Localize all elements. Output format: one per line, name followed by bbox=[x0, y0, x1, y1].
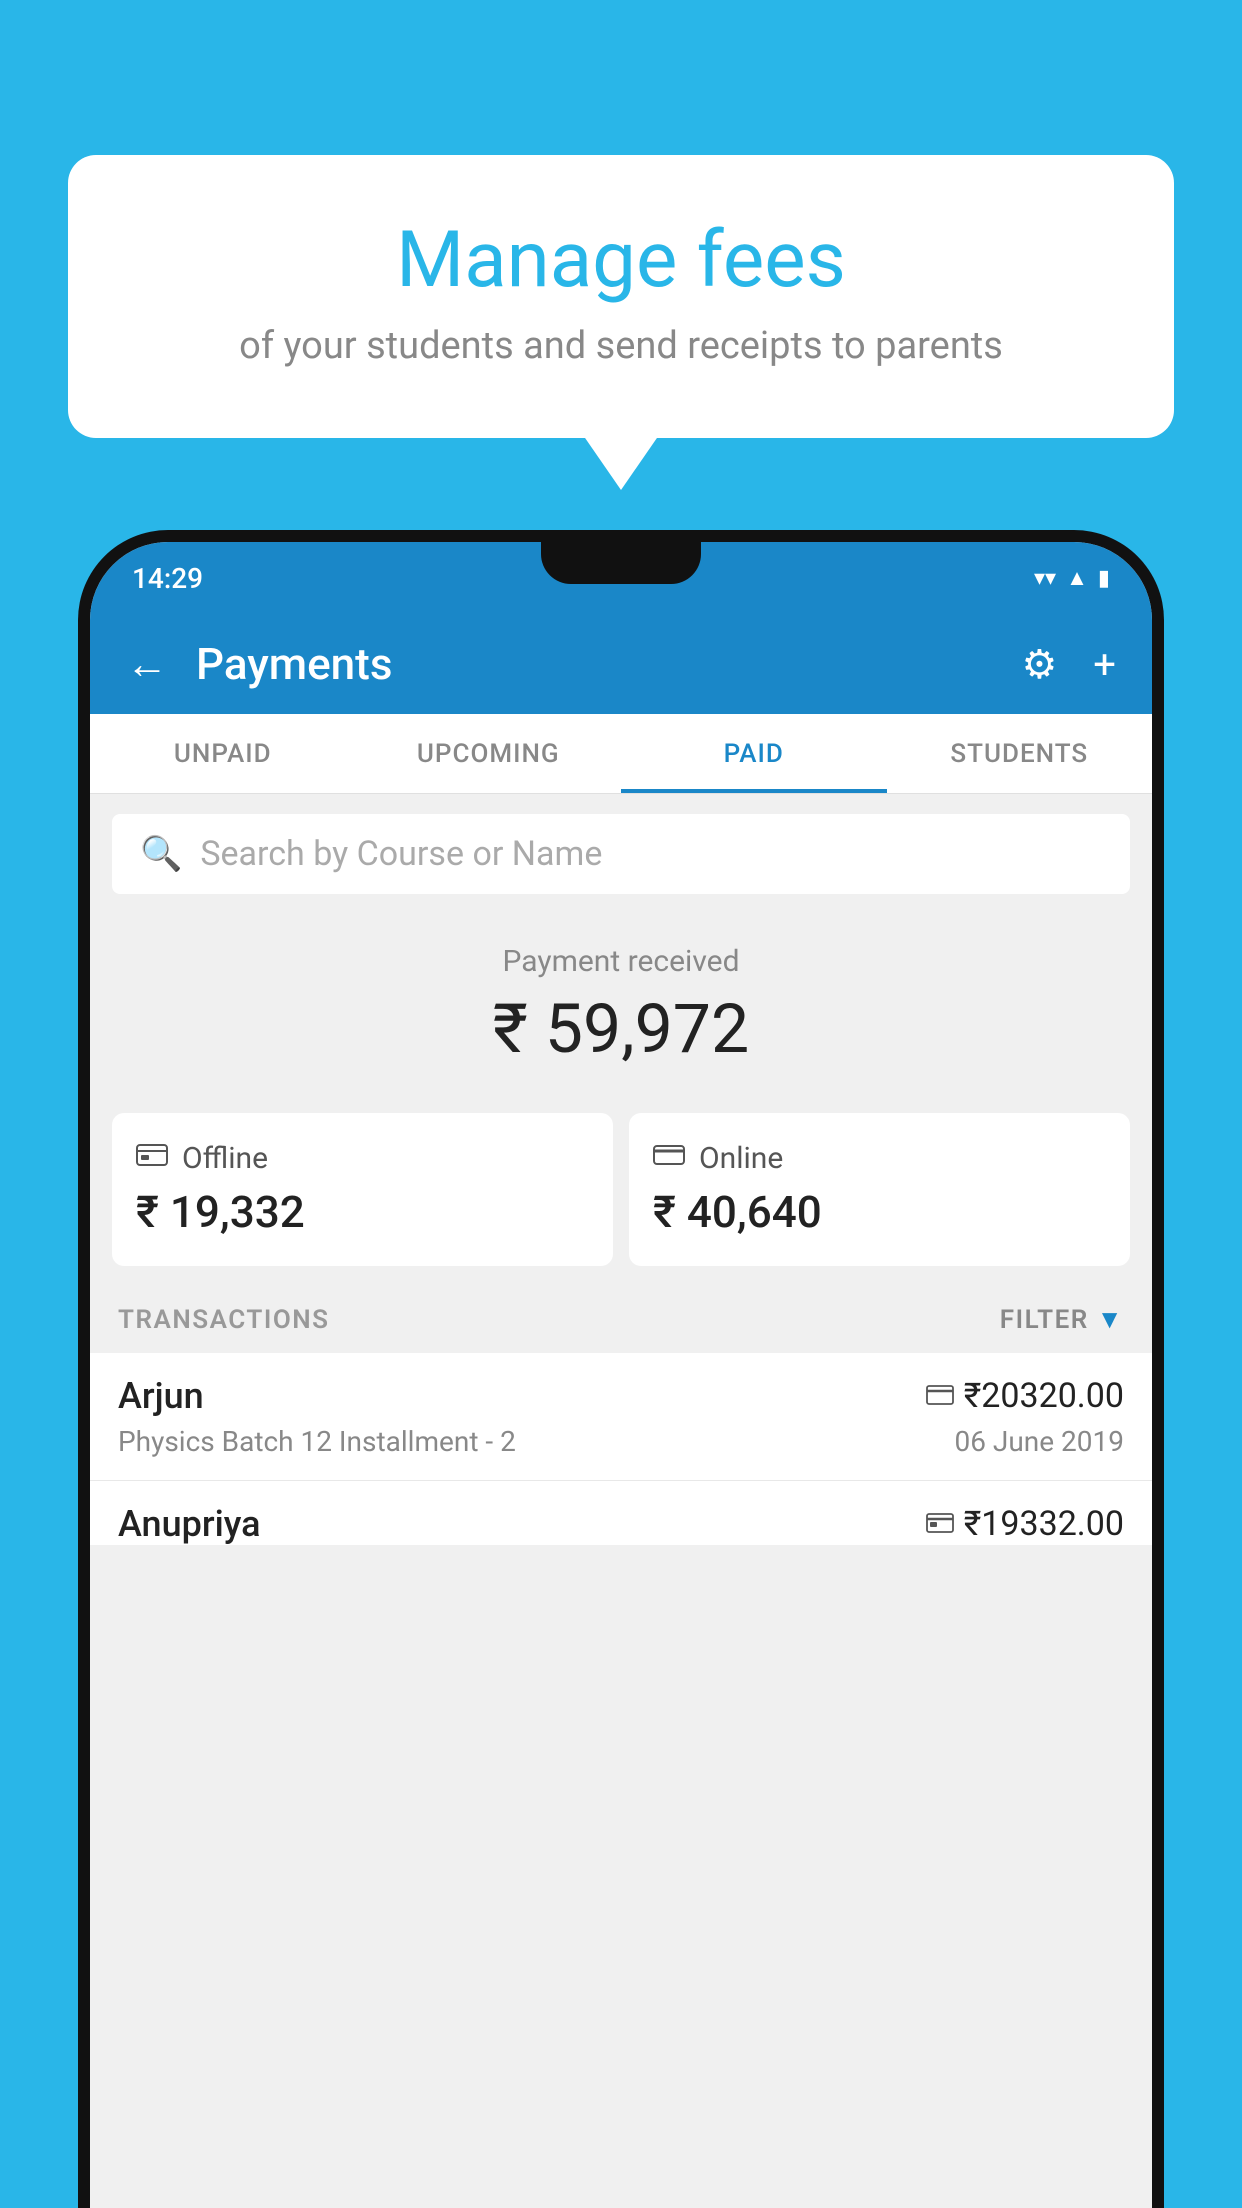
bubble-subtitle: of your students and send receipts to pa… bbox=[128, 324, 1114, 368]
phone-frame: 14:29 ▾▾ ▲ ▮ ← Payments ⚙ + UNPAID UPCOM… bbox=[78, 530, 1164, 2208]
tab-paid[interactable]: PAID bbox=[621, 714, 887, 793]
offline-card: Offline ₹ 19,332 bbox=[112, 1113, 613, 1266]
offline-card-header: Offline bbox=[136, 1141, 589, 1176]
filter-icon: ▼ bbox=[1097, 1304, 1124, 1335]
online-label: Online bbox=[699, 1141, 783, 1176]
offline-amount: ₹ 19,332 bbox=[136, 1186, 589, 1238]
online-card-header: Online bbox=[653, 1141, 1106, 1176]
tabs: UNPAID UPCOMING PAID STUDENTS bbox=[90, 714, 1152, 794]
app-bar-actions: ⚙ + bbox=[1021, 641, 1116, 688]
tx-amount-wrap-2: ₹19332.00 bbox=[926, 1504, 1124, 1544]
tx-row-top: Arjun ₹20320.00 bbox=[118, 1375, 1124, 1417]
tab-students[interactable]: STUDENTS bbox=[887, 714, 1153, 793]
offline-card-icon bbox=[136, 1141, 168, 1176]
online-amount: ₹ 40,640 bbox=[653, 1186, 1106, 1238]
add-button[interactable]: + bbox=[1093, 641, 1116, 688]
transaction-row-partial: Anupriya ₹19332.00 bbox=[90, 1481, 1152, 1545]
phone-inner: 14:29 ▾▾ ▲ ▮ ← Payments ⚙ + UNPAID UPCOM… bbox=[90, 542, 1152, 2208]
tx-row-top-2: Anupriya ₹19332.00 bbox=[118, 1503, 1124, 1545]
tx-amount: ₹20320.00 bbox=[964, 1376, 1124, 1416]
search-input[interactable]: Search by Course or Name bbox=[200, 834, 602, 874]
filter-label: FILTER bbox=[1000, 1305, 1089, 1335]
speech-bubble: Manage fees of your students and send re… bbox=[68, 155, 1174, 438]
online-card-icon bbox=[653, 1141, 685, 1176]
payment-received-label: Payment received bbox=[90, 944, 1152, 979]
back-button[interactable]: ← bbox=[126, 640, 168, 689]
tx-card-icon bbox=[926, 1380, 954, 1413]
tx-course: Physics Batch 12 Installment - 2 bbox=[118, 1425, 516, 1458]
filter-button[interactable]: FILTER ▼ bbox=[1000, 1304, 1124, 1335]
offline-label: Offline bbox=[182, 1141, 268, 1176]
search-icon: 🔍 bbox=[140, 834, 182, 874]
payment-received-amount: ₹ 59,972 bbox=[90, 989, 1152, 1069]
transactions-label: TRANSACTIONS bbox=[118, 1305, 330, 1335]
tx-name: Arjun bbox=[118, 1375, 204, 1417]
search-bar[interactable]: 🔍 Search by Course or Name bbox=[112, 814, 1130, 894]
tab-upcoming[interactable]: UPCOMING bbox=[356, 714, 622, 793]
bubble-title: Manage fees bbox=[128, 215, 1114, 306]
tx-amount-2: ₹19332.00 bbox=[964, 1504, 1124, 1544]
battery-icon: ▮ bbox=[1098, 566, 1110, 591]
app-title: Payments bbox=[196, 638, 1021, 690]
signal-icon: ▲ bbox=[1066, 565, 1088, 591]
gear-icon[interactable]: ⚙ bbox=[1021, 641, 1057, 688]
online-card: Online ₹ 40,640 bbox=[629, 1113, 1130, 1266]
tx-amount-wrap: ₹20320.00 bbox=[926, 1376, 1124, 1416]
tx-name-2: Anupriya bbox=[118, 1503, 261, 1545]
status-icons: ▾▾ ▲ ▮ bbox=[1034, 565, 1110, 591]
tx-date: 06 June 2019 bbox=[954, 1425, 1124, 1458]
tx-row-bottom: Physics Batch 12 Installment - 2 06 June… bbox=[118, 1425, 1124, 1458]
tab-unpaid[interactable]: UNPAID bbox=[90, 714, 356, 793]
content-area: 🔍 Search by Course or Name Payment recei… bbox=[90, 794, 1152, 2208]
wifi-icon: ▾▾ bbox=[1034, 566, 1056, 591]
payment-cards: Offline ₹ 19,332 Online bbox=[112, 1113, 1130, 1266]
status-time: 14:29 bbox=[132, 562, 203, 595]
tx-card-icon-2 bbox=[926, 1508, 954, 1541]
transactions-header: TRANSACTIONS FILTER ▼ bbox=[90, 1286, 1152, 1353]
transaction-row: Arjun ₹20320.00 Physics Batch 12 Install… bbox=[90, 1353, 1152, 1481]
notch bbox=[541, 542, 701, 584]
app-bar: ← Payments ⚙ + bbox=[90, 614, 1152, 714]
payment-received-section: Payment received ₹ 59,972 bbox=[90, 914, 1152, 1093]
